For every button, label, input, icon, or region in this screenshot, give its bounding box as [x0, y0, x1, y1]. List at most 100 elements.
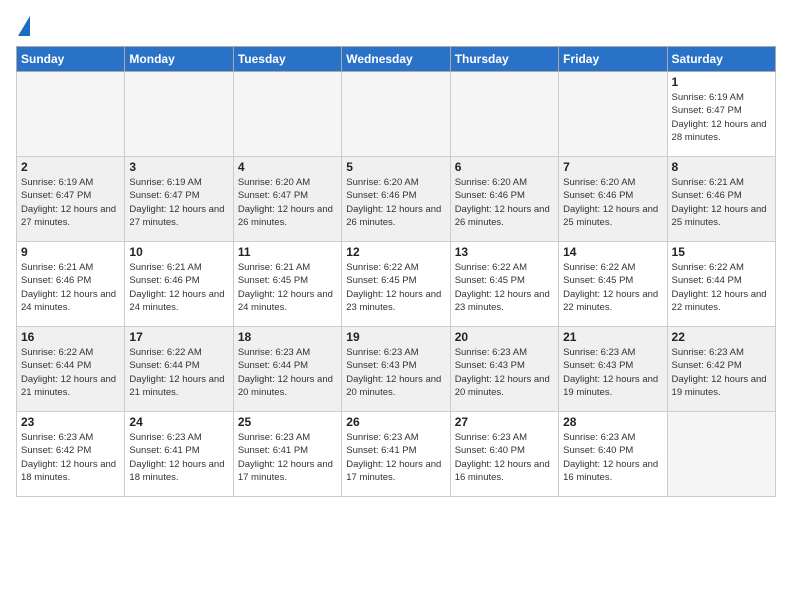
- calendar-header-cell: Monday: [125, 47, 233, 72]
- day-number: 3: [129, 160, 228, 174]
- day-number: 24: [129, 415, 228, 429]
- calendar-day-cell: 22Sunrise: 6:23 AM Sunset: 6:42 PM Dayli…: [667, 327, 775, 412]
- calendar-header-cell: Wednesday: [342, 47, 450, 72]
- day-number: 11: [238, 245, 337, 259]
- day-info: Sunrise: 6:23 AM Sunset: 6:40 PM Dayligh…: [455, 431, 554, 484]
- day-info: Sunrise: 6:23 AM Sunset: 6:43 PM Dayligh…: [346, 346, 445, 399]
- calendar-day-cell: 21 Sunrise: 6:23 AM Sunset: 6:43 PM Dayli…: [559, 327, 667, 412]
- day-number: 23: [21, 415, 120, 429]
- day-info: Sunrise: 6:23 AM Sunset: 6:43 PM Dayligh…: [455, 346, 554, 399]
- calendar-week-row: 9Sunrise: 6:21 AM Sunset: 6:46 PM Daylig…: [17, 242, 776, 327]
- day-info: Sunrise: 6:23 AM Sunset: 6:40 PM Dayligh…: [563, 431, 662, 484]
- day-number: 28: [563, 415, 662, 429]
- calendar-day-cell: 10 Sunrise: 6:21 AM Sunset: 6:46 PM Dayli…: [125, 242, 233, 327]
- calendar-day-cell: 12 Sunrise: 6:22 AM Sunset: 6:45 PM Dayli…: [342, 242, 450, 327]
- calendar-day-cell: 14 Sunrise: 6:22 AM Sunset: 6:45 PM Dayli…: [559, 242, 667, 327]
- calendar-day-cell: 18 Sunrise: 6:23 AM Sunset: 6:44 PM Dayli…: [233, 327, 341, 412]
- calendar-day-cell: [233, 72, 341, 157]
- day-number: 14: [563, 245, 662, 259]
- calendar-week-row: 23 Sunrise: 6:23 AM Sunset: 6:42 PM Dayli…: [17, 412, 776, 497]
- calendar-day-cell: [667, 412, 775, 497]
- calendar-day-cell: 7 Sunrise: 6:20 AM Sunset: 6:46 PM Daylig…: [559, 157, 667, 242]
- day-info: Sunrise: 6:23 AM Sunset: 6:41 PM Dayligh…: [238, 431, 337, 484]
- day-number: 7: [563, 160, 662, 174]
- logo-triangle-icon: [18, 16, 30, 36]
- day-info: Sunrise: 6:22 AM Sunset: 6:45 PM Dayligh…: [346, 261, 445, 314]
- day-number: 18: [238, 330, 337, 344]
- day-number: 21: [563, 330, 662, 344]
- day-number: 16: [21, 330, 120, 344]
- calendar-day-cell: 24 Sunrise: 6:23 AM Sunset: 6:41 PM Dayli…: [125, 412, 233, 497]
- calendar-day-cell: 27 Sunrise: 6:23 AM Sunset: 6:40 PM Dayli…: [450, 412, 558, 497]
- day-info: Sunrise: 6:23 AM Sunset: 6:44 PM Dayligh…: [238, 346, 337, 399]
- day-info: Sunrise: 6:23 AM Sunset: 6:41 PM Dayligh…: [129, 431, 228, 484]
- day-number: 1: [672, 75, 771, 89]
- day-info: Sunrise: 6:21 AM Sunset: 6:46 PM Dayligh…: [672, 176, 771, 229]
- day-number: 13: [455, 245, 554, 259]
- calendar-day-cell: 4 Sunrise: 6:20 AM Sunset: 6:47 PM Daylig…: [233, 157, 341, 242]
- calendar-day-cell: [125, 72, 233, 157]
- calendar-day-cell: 19 Sunrise: 6:23 AM Sunset: 6:43 PM Dayli…: [342, 327, 450, 412]
- day-number: 26: [346, 415, 445, 429]
- calendar-header-cell: Tuesday: [233, 47, 341, 72]
- calendar-day-cell: 17 Sunrise: 6:22 AM Sunset: 6:44 PM Dayli…: [125, 327, 233, 412]
- day-info: Sunrise: 6:22 AM Sunset: 6:44 PM Dayligh…: [672, 261, 771, 314]
- calendar-header-cell: Saturday: [667, 47, 775, 72]
- day-info: Sunrise: 6:23 AM Sunset: 6:43 PM Dayligh…: [563, 346, 662, 399]
- calendar-day-cell: 2 Sunrise: 6:19 AM Sunset: 6:47 PM Daylig…: [17, 157, 125, 242]
- day-info: Sunrise: 6:20 AM Sunset: 6:46 PM Dayligh…: [346, 176, 445, 229]
- day-number: 20: [455, 330, 554, 344]
- day-info: Sunrise: 6:23 AM Sunset: 6:42 PM Dayligh…: [21, 431, 120, 484]
- calendar-header-cell: Friday: [559, 47, 667, 72]
- calendar-day-cell: [450, 72, 558, 157]
- calendar-day-cell: 9Sunrise: 6:21 AM Sunset: 6:46 PM Daylig…: [17, 242, 125, 327]
- day-info: Sunrise: 6:20 AM Sunset: 6:46 PM Dayligh…: [455, 176, 554, 229]
- day-number: 15: [672, 245, 771, 259]
- day-info: Sunrise: 6:21 AM Sunset: 6:45 PM Dayligh…: [238, 261, 337, 314]
- calendar-day-cell: 5 Sunrise: 6:20 AM Sunset: 6:46 PM Daylig…: [342, 157, 450, 242]
- calendar-day-cell: 26 Sunrise: 6:23 AM Sunset: 6:41 PM Dayli…: [342, 412, 450, 497]
- day-info: Sunrise: 6:22 AM Sunset: 6:45 PM Dayligh…: [563, 261, 662, 314]
- calendar-day-cell: 25 Sunrise: 6:23 AM Sunset: 6:41 PM Dayli…: [233, 412, 341, 497]
- day-number: 22: [672, 330, 771, 344]
- day-number: 27: [455, 415, 554, 429]
- day-info: Sunrise: 6:19 AM Sunset: 6:47 PM Dayligh…: [129, 176, 228, 229]
- day-info: Sunrise: 6:20 AM Sunset: 6:47 PM Dayligh…: [238, 176, 337, 229]
- day-info: Sunrise: 6:21 AM Sunset: 6:46 PM Dayligh…: [21, 261, 120, 314]
- calendar-day-cell: 6 Sunrise: 6:20 AM Sunset: 6:46 PM Daylig…: [450, 157, 558, 242]
- calendar-header-cell: Sunday: [17, 47, 125, 72]
- calendar-day-cell: 13Sunrise: 6:22 AM Sunset: 6:45 PM Dayli…: [450, 242, 558, 327]
- day-number: 8: [672, 160, 771, 174]
- calendar-day-cell: 16 Sunrise: 6:22 AM Sunset: 6:44 PM Dayli…: [17, 327, 125, 412]
- day-number: 5: [346, 160, 445, 174]
- day-number: 4: [238, 160, 337, 174]
- calendar-day-cell: 23 Sunrise: 6:23 AM Sunset: 6:42 PM Dayli…: [17, 412, 125, 497]
- calendar-header-cell: Thursday: [450, 47, 558, 72]
- day-number: 6: [455, 160, 554, 174]
- day-info: Sunrise: 6:22 AM Sunset: 6:44 PM Dayligh…: [21, 346, 120, 399]
- calendar-header-row: SundayMondayTuesdayWednesdayThursdayFrid…: [17, 47, 776, 72]
- day-number: 12: [346, 245, 445, 259]
- day-number: 17: [129, 330, 228, 344]
- day-info: Sunrise: 6:23 AM Sunset: 6:41 PM Dayligh…: [346, 431, 445, 484]
- day-info: Sunrise: 6:20 AM Sunset: 6:46 PM Dayligh…: [563, 176, 662, 229]
- day-info: Sunrise: 6:19 AM Sunset: 6:47 PM Dayligh…: [21, 176, 120, 229]
- day-info: Sunrise: 6:19 AM Sunset: 6:47 PM Dayligh…: [672, 91, 771, 144]
- calendar-week-row: 2 Sunrise: 6:19 AM Sunset: 6:47 PM Daylig…: [17, 157, 776, 242]
- page-header: [16, 16, 776, 36]
- day-info: Sunrise: 6:22 AM Sunset: 6:44 PM Dayligh…: [129, 346, 228, 399]
- calendar-day-cell: 28 Sunrise: 6:23 AM Sunset: 6:40 PM Dayli…: [559, 412, 667, 497]
- calendar-week-row: 1 Sunrise: 6:19 AM Sunset: 6:47 PM Daylig…: [17, 72, 776, 157]
- calendar-day-cell: 11 Sunrise: 6:21 AM Sunset: 6:45 PM Dayli…: [233, 242, 341, 327]
- calendar-day-cell: 3 Sunrise: 6:19 AM Sunset: 6:47 PM Daylig…: [125, 157, 233, 242]
- day-number: 25: [238, 415, 337, 429]
- day-number: 19: [346, 330, 445, 344]
- calendar-day-cell: [342, 72, 450, 157]
- day-number: 10: [129, 245, 228, 259]
- calendar-table: SundayMondayTuesdayWednesdayThursdayFrid…: [16, 46, 776, 497]
- calendar-day-cell: [17, 72, 125, 157]
- calendar-body: 1 Sunrise: 6:19 AM Sunset: 6:47 PM Daylig…: [17, 72, 776, 497]
- day-number: 2: [21, 160, 120, 174]
- day-info: Sunrise: 6:21 AM Sunset: 6:46 PM Dayligh…: [129, 261, 228, 314]
- calendar-day-cell: [559, 72, 667, 157]
